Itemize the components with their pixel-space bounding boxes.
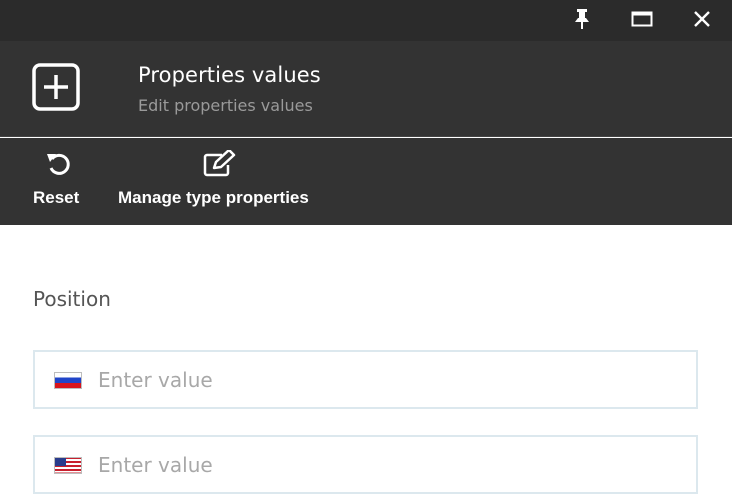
position-input-russian[interactable] [98,360,678,400]
dialog-title: Properties values [138,63,321,87]
manage-type-properties-button[interactable]: Manage type properties [118,138,324,225]
maximize-icon [631,11,653,27]
reset-icon [47,153,70,175]
toolbar: Reset Manage type properties [0,138,732,225]
dialog-subtitle: Edit properties values [138,96,313,115]
russia-flag-icon [54,372,82,389]
close-button[interactable] [686,5,718,33]
close-icon [694,11,710,27]
plus-square-icon [32,63,80,111]
manage-type-properties-label: Manage type properties [118,188,309,207]
position-field-english[interactable] [33,435,698,494]
position-label: Position [33,287,111,311]
pin-icon [575,9,589,29]
reset-button[interactable]: Reset [33,138,87,225]
maximize-button[interactable] [626,5,658,33]
window-titlebar [0,0,732,41]
dialog-header: Properties values Edit properties values [0,41,732,137]
edit-icon [203,150,236,177]
reset-label: Reset [33,188,80,207]
form-content: Position [0,225,732,496]
position-field-russian[interactable] [33,350,698,409]
pin-button[interactable] [566,5,598,33]
usa-flag-icon [54,457,82,474]
position-input-english[interactable] [98,445,678,485]
